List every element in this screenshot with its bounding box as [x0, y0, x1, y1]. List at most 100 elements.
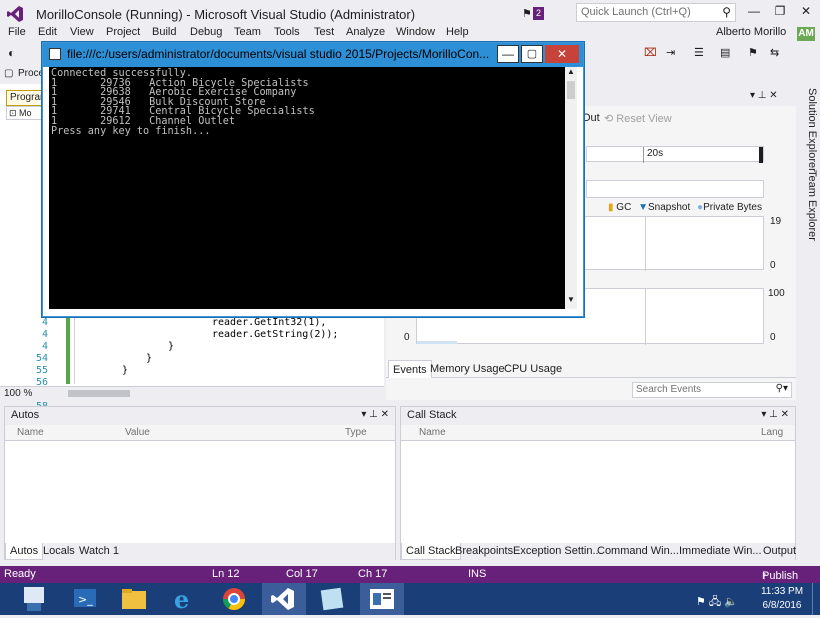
notifications-button[interactable]: ⚑ 2: [522, 6, 548, 22]
menu-debug[interactable]: Debug: [190, 26, 222, 38]
code-line: reader.GetString(2));: [212, 329, 339, 340]
pane-controls-icon[interactable]: ▾ ⊥ ✕: [761, 409, 789, 420]
line-number: 4: [41, 341, 48, 352]
show-desktop-button[interactable]: [812, 583, 820, 615]
editor-footer: 100 %: [0, 386, 384, 400]
zoom-level[interactable]: 100 %: [4, 388, 32, 399]
team-explorer-tab[interactable]: Team Explorer: [800, 170, 818, 241]
reset-view-button[interactable]: ⟲ Reset View: [604, 112, 672, 125]
cpu-min-left: 0: [404, 332, 410, 343]
console-minimize-button[interactable]: —: [497, 45, 519, 63]
console-taskbar-icon[interactable]: [360, 583, 404, 615]
chrome-icon[interactable]: [214, 583, 258, 615]
events-track: [586, 180, 764, 198]
menu-test[interactable]: Test: [314, 26, 334, 38]
tray-icons[interactable]: ⚑ 🖧 🔈: [696, 593, 738, 612]
menu-help[interactable]: Help: [446, 26, 469, 38]
menu-analyze[interactable]: Analyze: [346, 26, 385, 38]
col-name[interactable]: Name: [419, 427, 446, 438]
console-output[interactable]: Connected successfully. 1 29736 Action Bi…: [49, 67, 565, 309]
console-title-bar[interactable]: file:///c:/users/administrator/documents…: [43, 43, 583, 67]
console-close-button[interactable]: ✕: [545, 45, 579, 63]
server-manager-icon[interactable]: [14, 583, 58, 615]
avatar[interactable]: AM: [797, 27, 815, 41]
menu-window[interactable]: Window: [396, 26, 435, 38]
menu-edit[interactable]: Edit: [38, 26, 57, 38]
cpu-max: 100: [768, 288, 785, 299]
user-name[interactable]: Alberto Morillo: [716, 26, 786, 38]
console-maximize-button[interactable]: ▢: [521, 45, 543, 63]
legend-private-bytes: Private Bytes: [703, 202, 762, 213]
internet-explorer-icon[interactable]: e: [164, 583, 208, 615]
breakpoint-toggle-icon[interactable]: ⌧: [644, 46, 657, 59]
line-number: 4: [41, 317, 48, 328]
tab-command-window[interactable]: Command Win...: [597, 545, 679, 557]
nav-icon[interactable]: ⇆: [770, 46, 779, 59]
col-name[interactable]: Name: [17, 427, 44, 438]
menu-project[interactable]: Project: [106, 26, 140, 38]
tab-exception-settings[interactable]: Exception Settin...: [513, 545, 602, 557]
tab-events[interactable]: Events: [388, 360, 432, 378]
clock-time[interactable]: 11:33 PM: [760, 586, 804, 597]
scroll-up-icon[interactable]: ▲: [567, 67, 575, 76]
console-app-icon: [49, 48, 61, 60]
autos-column-header: Name Value Type: [5, 425, 395, 441]
snapshot-marker-icon: ▼: [638, 202, 648, 213]
tab-immediate-window[interactable]: Immediate Win...: [679, 545, 762, 557]
back-icon[interactable]: ◐: [8, 46, 15, 60]
comment-icon[interactable]: ▤: [720, 46, 730, 59]
col-lang[interactable]: Lang: [761, 427, 783, 438]
legend-snapshot: Snapshot: [647, 202, 691, 213]
svg-text:>_: >_: [78, 593, 93, 606]
svg-text:e: e: [174, 585, 189, 614]
class-dropdown[interactable]: ⊡ Mo: [6, 106, 46, 120]
status-char: Ch 17: [358, 568, 388, 580]
code-line: }: [122, 365, 129, 376]
menu-file[interactable]: File: [8, 26, 26, 38]
col-value[interactable]: Value: [125, 427, 150, 438]
quick-launch-input[interactable]: Quick Launch (Ctrl+Q) ⚲: [576, 3, 736, 22]
col-type[interactable]: Type: [345, 427, 367, 438]
powershell-icon[interactable]: >_: [64, 583, 108, 615]
notepad-icon[interactable]: [312, 583, 356, 615]
line-number: 4: [41, 329, 48, 340]
bookmark-icon[interactable]: ⚑: [748, 46, 758, 59]
tab-call-stack[interactable]: Call Stack: [401, 543, 461, 560]
memory-max: 19: [770, 216, 782, 227]
restore-button[interactable]: ❐: [770, 4, 790, 18]
search-events-input[interactable]: Search Events ⚲▾: [632, 382, 792, 398]
visual-studio-taskbar-icon[interactable]: [262, 583, 306, 615]
tab-autos[interactable]: Autos: [5, 543, 44, 560]
tab-locals[interactable]: Locals: [43, 545, 75, 557]
timeline-ruler[interactable]: 20s: [586, 146, 764, 163]
file-explorer-icon[interactable]: [114, 583, 158, 615]
tab-memory-usage[interactable]: Memory Usage: [430, 363, 505, 375]
close-button[interactable]: ✕: [796, 4, 816, 18]
pane-dropdown-icon[interactable]: ▾ ⊥ ✕: [750, 90, 778, 101]
diag-toolbar-fragment[interactable]: Out: [582, 112, 600, 124]
menu-view[interactable]: View: [70, 26, 94, 38]
status-bar: Ready Ln 12 Col 17 Ch 17 INS ↑ Publish: [0, 566, 820, 583]
pane-controls-icon[interactable]: ▾ ⊥ ✕: [361, 409, 389, 420]
menu-team[interactable]: Team: [234, 26, 261, 38]
legend-gc: GC: [616, 202, 632, 213]
clock-date[interactable]: 6/8/2016: [760, 600, 804, 611]
horizontal-scrollbar[interactable]: [68, 390, 130, 397]
minimize-button[interactable]: —: [744, 4, 764, 18]
menu-build[interactable]: Build: [152, 26, 176, 38]
solution-explorer-tab[interactable]: Solution Explorer: [800, 88, 818, 172]
scroll-thumb[interactable]: [567, 81, 575, 99]
step-icon[interactable]: ⇥: [666, 46, 675, 59]
code-line: }: [168, 341, 175, 352]
console-window[interactable]: file:///c:/users/administrator/documents…: [42, 42, 584, 317]
menu-tools[interactable]: Tools: [274, 26, 300, 38]
tab-breakpoints[interactable]: Breakpoints: [455, 545, 513, 557]
tab-watch-1[interactable]: Watch 1: [79, 545, 119, 557]
tab-cpu-usage[interactable]: CPU Usage: [504, 363, 562, 375]
autos-header: Autos ▾ ⊥ ✕: [5, 407, 395, 425]
scroll-down-icon[interactable]: ▼: [567, 295, 575, 304]
indent-icon[interactable]: ☰: [694, 46, 704, 59]
autos-tabs: Autos Locals Watch 1: [5, 543, 395, 560]
console-scrollbar[interactable]: ▲ ▼: [565, 67, 577, 309]
tab-output[interactable]: Output: [763, 545, 796, 557]
